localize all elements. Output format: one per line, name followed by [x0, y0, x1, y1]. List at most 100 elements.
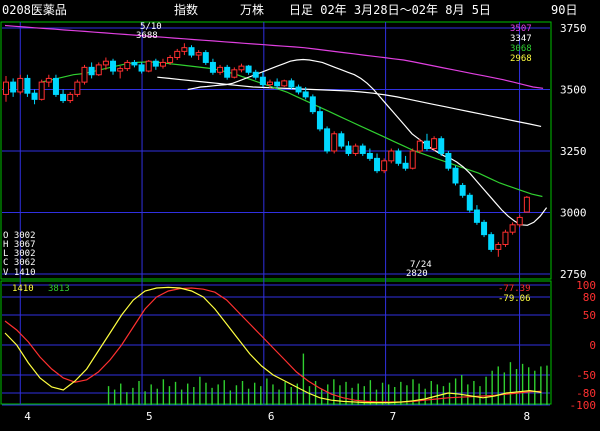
candle-body-52 [374, 157, 381, 172]
candle-body-32 [231, 69, 238, 78]
candlesticks [3, 43, 530, 257]
osc-tick-label-2: 50 [583, 309, 596, 322]
month-label-3: 7 [390, 410, 397, 423]
candle-body-21 [152, 60, 159, 67]
candle-body-58 [416, 140, 423, 152]
candle-body-14 [102, 60, 109, 66]
candle-body-35 [252, 71, 259, 78]
candle-body-48 [345, 145, 352, 154]
candle-body-42 [302, 91, 309, 98]
candle-body-22 [159, 61, 166, 67]
candle-body-15 [110, 60, 117, 72]
candle-body-23 [167, 57, 174, 63]
osc-tick-label-1: 80 [583, 291, 596, 304]
candle-body-64 [459, 184, 466, 196]
candle-body-71 [509, 224, 516, 233]
candle-body-40 [288, 80, 295, 88]
price-tick-label-4: 3750 [560, 22, 587, 35]
candle-body-46 [331, 133, 338, 152]
candle-body-13 [95, 64, 102, 76]
candle-body-29 [209, 61, 216, 73]
candle-body-10 [74, 81, 81, 95]
candle-body-69 [495, 243, 502, 250]
candle-body-68 [488, 234, 495, 250]
ma-value-2: 3347 [510, 34, 532, 44]
candle-body-72 [516, 216, 523, 226]
low-value-label: 2820 [406, 269, 428, 279]
candle-body-44 [316, 111, 323, 130]
candle-body-51 [366, 152, 373, 159]
header-unit: 万株 [240, 2, 264, 17]
ohlcv-readout: O 3002 H 3067 L 3002 C 3062 V 1410 [3, 231, 36, 278]
candle-body-30 [217, 66, 224, 73]
price-tick-label-3: 3500 [560, 84, 587, 97]
candle-body-12 [88, 66, 95, 76]
candle-body-49 [352, 145, 359, 154]
price-tick-label-1: 3000 [560, 207, 587, 220]
candle-body-16 [117, 68, 124, 72]
month-label-4: 8 [524, 410, 531, 423]
candle-body-65 [466, 194, 473, 211]
candle-body-43 [309, 96, 316, 113]
price-tick-label-2: 3250 [560, 145, 587, 158]
ma-value-3: 3068 [510, 44, 532, 54]
candle-body-61 [438, 138, 445, 154]
candle-body-26 [188, 47, 195, 56]
candle-body-20 [145, 60, 152, 72]
candle-body-62 [445, 152, 452, 169]
candle-body-4 [31, 92, 38, 100]
ma-wide-line [157, 76, 542, 127]
candle-body-66 [473, 209, 480, 223]
candle-body-7 [52, 77, 59, 95]
candle-body-70 [502, 231, 509, 245]
candle-body-57 [409, 150, 416, 169]
ma-value-1: 3507 [510, 24, 532, 34]
volume-latest-label: 1410 [12, 284, 34, 294]
candle-body-41 [295, 86, 302, 93]
candle-body-27 [195, 52, 202, 56]
chart-canvas: 0208医薬品 指数 万株 日足 02年 3月28日～02年 8月 5日 90日… [0, 2, 597, 423]
month-axis: 4 5 6 7 8 [24, 410, 530, 423]
month-label-0: 4 [24, 410, 31, 423]
candle-body-8 [60, 93, 67, 102]
candle-body-19 [138, 64, 145, 72]
price-axis: 27503000325035003750 [560, 22, 587, 281]
lower-panel-frame [0, 280, 552, 405]
candle-body-25 [181, 47, 188, 52]
candle-body-6 [45, 77, 52, 83]
volume-average-label: 3813 [48, 284, 70, 294]
candle-body-37 [267, 81, 273, 86]
candle-body-55 [395, 150, 402, 164]
month-label-2: 6 [268, 410, 275, 423]
stock-chart-window: 0208医薬品 指数 万株 日足 02年 3月28日～02年 8月 5日 90日… [0, 0, 600, 431]
ma-short-line [187, 58, 548, 226]
candle-body-5 [38, 81, 45, 100]
candle-body-31 [224, 66, 231, 78]
candle-body-2 [17, 77, 24, 93]
candle-body-38 [274, 81, 281, 87]
candle-body-59 [423, 140, 430, 150]
ma-values-legend: 3507 3347 3068 2968 [510, 24, 532, 64]
candle-body-60 [431, 138, 438, 150]
month-label-1: 5 [146, 410, 153, 423]
osc-tick-label-6: -100 [570, 399, 597, 412]
osc-tick-label-3: 0 [589, 339, 596, 352]
candle-body-47 [338, 133, 345, 147]
header-count: 90日 [551, 3, 577, 17]
candle-body-50 [359, 145, 366, 154]
candle-body-1 [10, 81, 17, 93]
candle-body-18 [131, 61, 138, 66]
candle-body-56 [402, 162, 409, 169]
osc-tick-label-4: -50 [576, 369, 596, 382]
oscillator-axis: 10080500-50-80-100 [570, 279, 597, 412]
candle-body-34 [245, 65, 252, 73]
candle-body-54 [388, 150, 395, 162]
candle-body-67 [481, 221, 488, 236]
volume-value: V 1410 [3, 268, 36, 278]
candle-body-17 [124, 61, 131, 70]
candle-body-33 [238, 65, 245, 71]
high-value-label: 3688 [136, 31, 158, 41]
candle-body-9 [67, 93, 74, 102]
candle-body-28 [202, 52, 209, 63]
candle-body-3 [24, 77, 31, 94]
